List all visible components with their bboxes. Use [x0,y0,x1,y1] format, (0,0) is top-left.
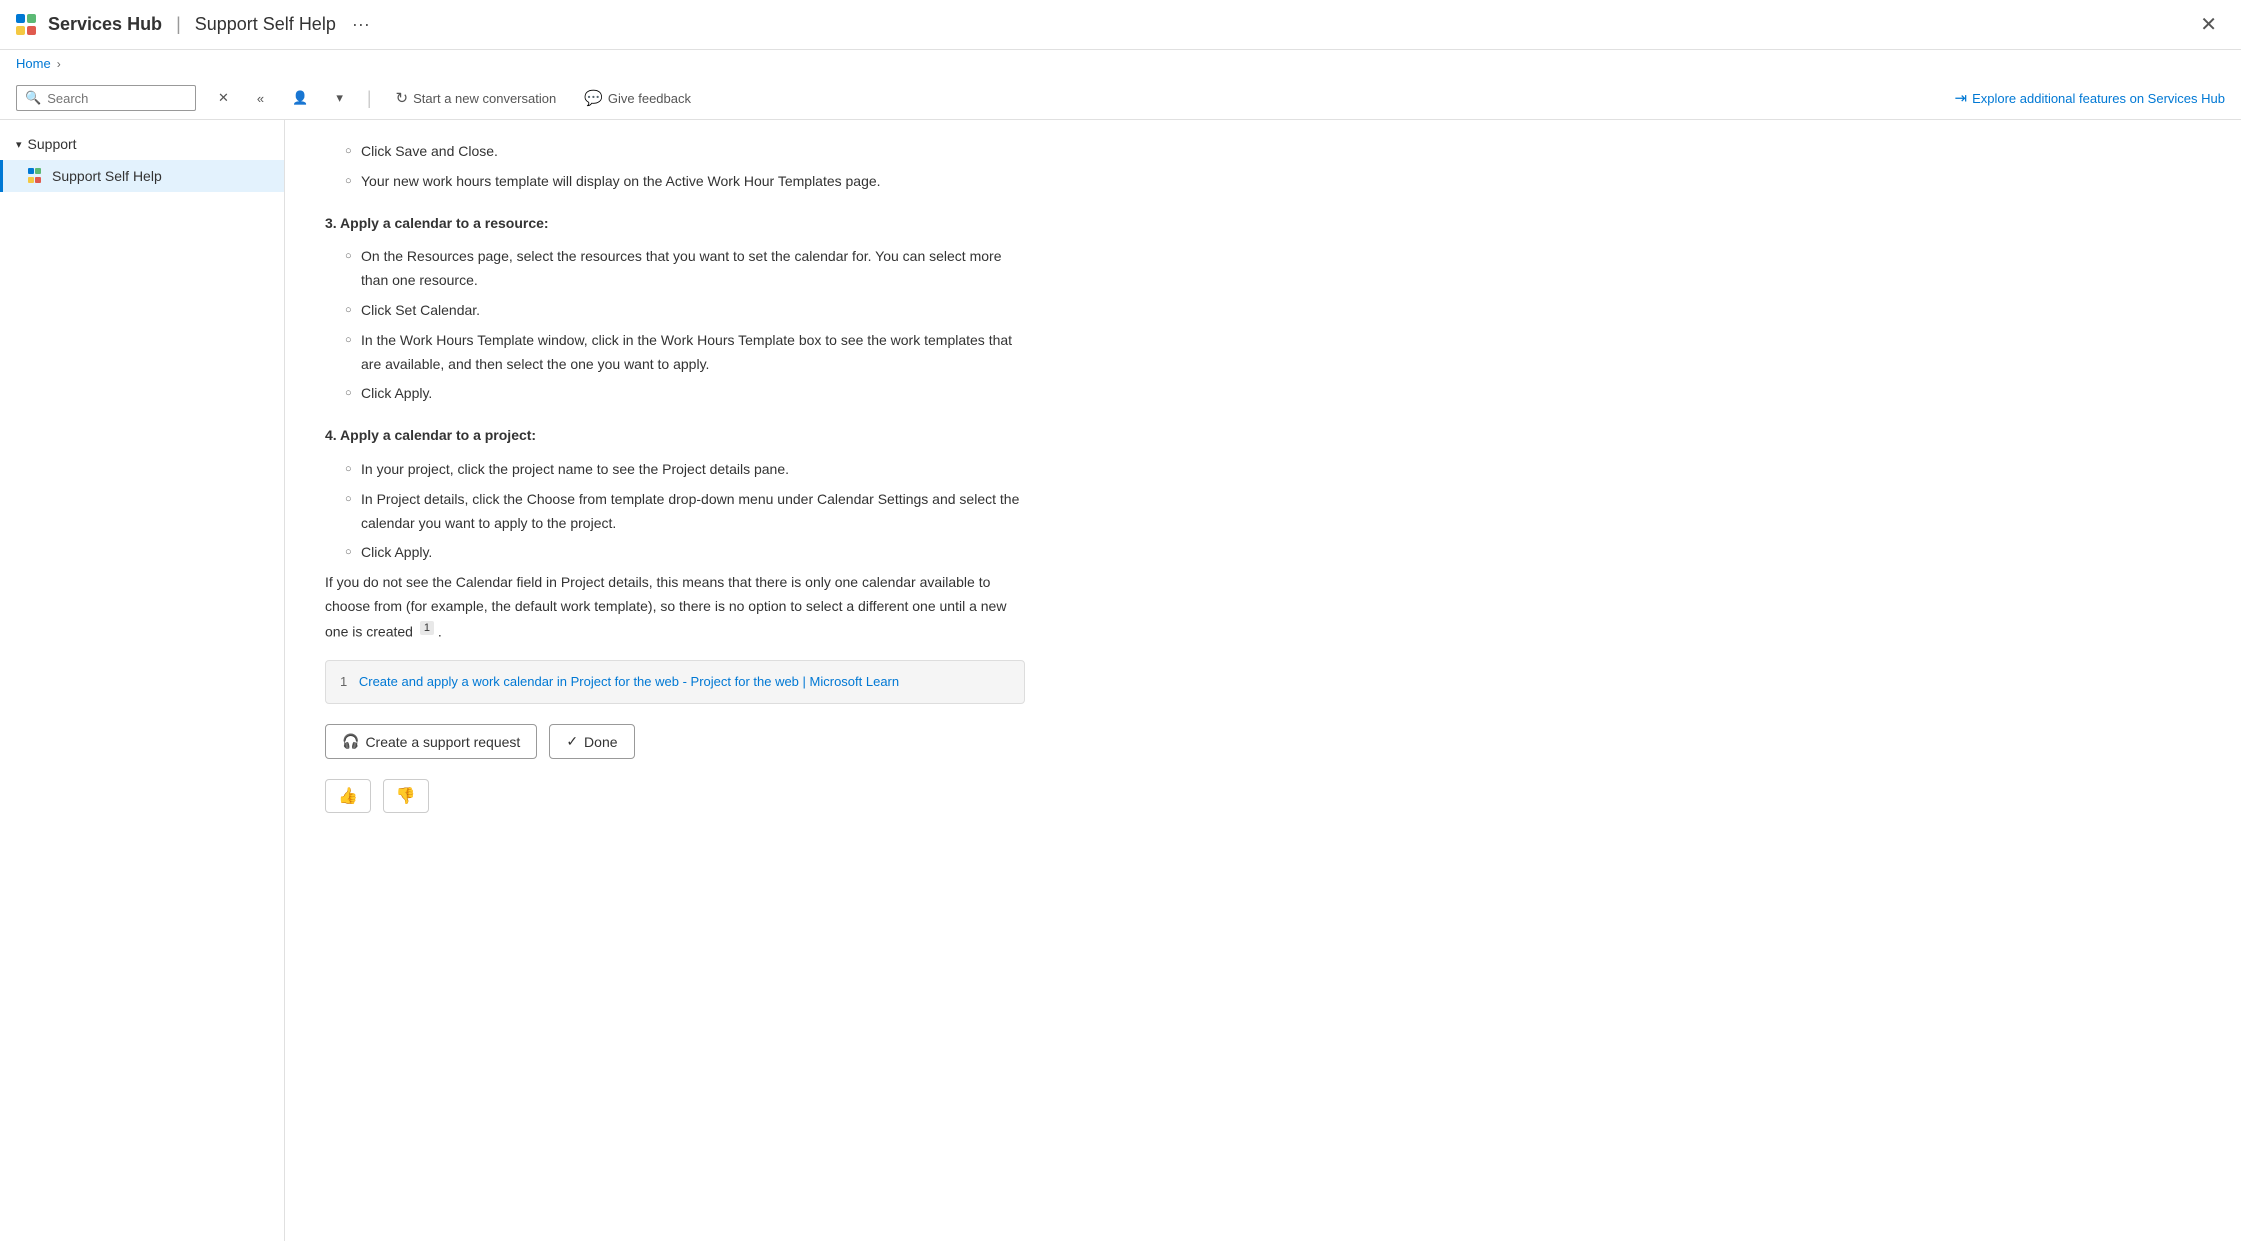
refresh-icon: ↻ [396,89,409,107]
close-button[interactable]: ✕ [2192,10,2225,39]
check-icon: ✓ [566,733,578,750]
feedback-thumbs: 👍 👎 [325,779,1025,813]
sidebar-dot-red [35,177,41,183]
step1-item-b: Your new work hours template will displa… [345,170,1025,194]
breadcrumb: Home › [0,50,2241,77]
toolbar-separator-1: | [367,88,372,109]
step4-item-b: In Project details, click the Choose fro… [345,488,1025,536]
sidebar-dot-yellow [28,177,34,183]
breadcrumb-separator: › [57,57,61,71]
clear-button[interactable]: ✕ [212,86,235,110]
toolbar: 🔍 ✕ « 👤 ▾ | ↻ Start a new conversation 💬… [0,77,2241,120]
search-box[interactable]: 🔍 [16,85,196,111]
title-separator: | [176,14,181,35]
logo-dot-blue [16,14,25,23]
sidebar-dot-green [35,168,41,174]
step3-item-b: Click Set Calendar. [345,299,1025,323]
explore-icon: ⇥ [1954,89,1967,107]
thumbs-down-icon: 👎 [396,788,416,805]
section4-title: 4. Apply a calendar to a project: [325,424,1025,448]
main-layout: ▾ Support Support Self Help Click Save a… [0,120,2241,1241]
step4-list: In your project, click the project name … [325,458,1025,565]
step1-item-a: Click Save and Close. [345,140,1025,164]
thumbs-up-button[interactable]: 👍 [325,779,371,813]
step3-item-c: In the Work Hours Template window, click… [345,329,1025,377]
person-button[interactable]: 👤 [286,86,314,110]
action-buttons: 🎧 Create a support request ✓ Done [325,724,1025,759]
title-bar-left: Services Hub | Support Self Help ··· [16,12,376,37]
logo-dot-yellow [16,26,25,35]
footnote-num: 1 [340,674,347,689]
step4-item-c: Click Apply. [345,541,1025,565]
sidebar-item-support-self-help[interactable]: Support Self Help [0,160,284,192]
step3-item-a: On the Resources page, select the resour… [345,245,1025,293]
chevron-down-icon: ▾ [16,138,22,151]
thumbs-down-button[interactable]: 👎 [383,779,429,813]
create-support-button[interactable]: 🎧 Create a support request [325,724,537,759]
dropdown-button[interactable]: ▾ [330,86,349,110]
search-icon: 🔍 [25,90,41,106]
sidebar-group-support[interactable]: ▾ Support [0,128,284,160]
sidebar: ▾ Support Support Self Help [0,120,285,1241]
footnote-box: 1 Create and apply a work calendar in Pr… [325,660,1025,704]
back-button[interactable]: « [251,87,270,110]
logo-dot-green [27,14,36,23]
sidebar-item-logo [28,168,44,184]
thumbs-up-icon: 👍 [338,788,358,805]
breadcrumb-home[interactable]: Home [16,56,51,71]
title-subtitle: Support Self Help [195,14,336,35]
search-input[interactable] [47,91,177,106]
sidebar-dot-blue [28,168,34,174]
section3-title: 3. Apply a calendar to a resource: [325,212,1025,236]
step1-list: Click Save and Close. Your new work hour… [325,140,1025,194]
sidebar-section: ▾ Support Support Self Help [0,120,284,200]
new-conversation-button[interactable]: ↻ Start a new conversation [390,85,563,111]
give-feedback-button[interactable]: 💬 Give feedback [578,85,697,111]
person-icon: 👤 [292,90,308,106]
footnote-link[interactable]: Create and apply a work calendar in Proj… [359,674,899,689]
note-paragraph: If you do not see the Calendar field in … [325,571,1025,644]
explore-link[interactable]: ⇥ Explore additional features on Service… [1954,89,2225,107]
sidebar-item-label: Support Self Help [52,168,162,184]
headset-icon: 🎧 [342,733,359,750]
article: Click Save and Close. Your new work hour… [325,140,1025,813]
step4-item-a: In your project, click the project name … [345,458,1025,482]
done-button[interactable]: ✓ Done [549,724,634,759]
footnote-ref[interactable]: 1 [420,621,434,635]
step3-item-d: Click Apply. [345,382,1025,406]
step3-list: On the Resources page, select the resour… [325,245,1025,406]
feedback-icon: 💬 [584,89,603,107]
app-title: Services Hub [48,14,162,35]
sidebar-group-label: Support [28,136,77,152]
ellipsis-button[interactable]: ··· [346,12,376,37]
logo-dot-red [27,26,36,35]
title-bar: Services Hub | Support Self Help ··· ✕ [0,0,2241,50]
app-logo [16,14,38,36]
content-area: Click Save and Close. Your new work hour… [285,120,2241,1241]
